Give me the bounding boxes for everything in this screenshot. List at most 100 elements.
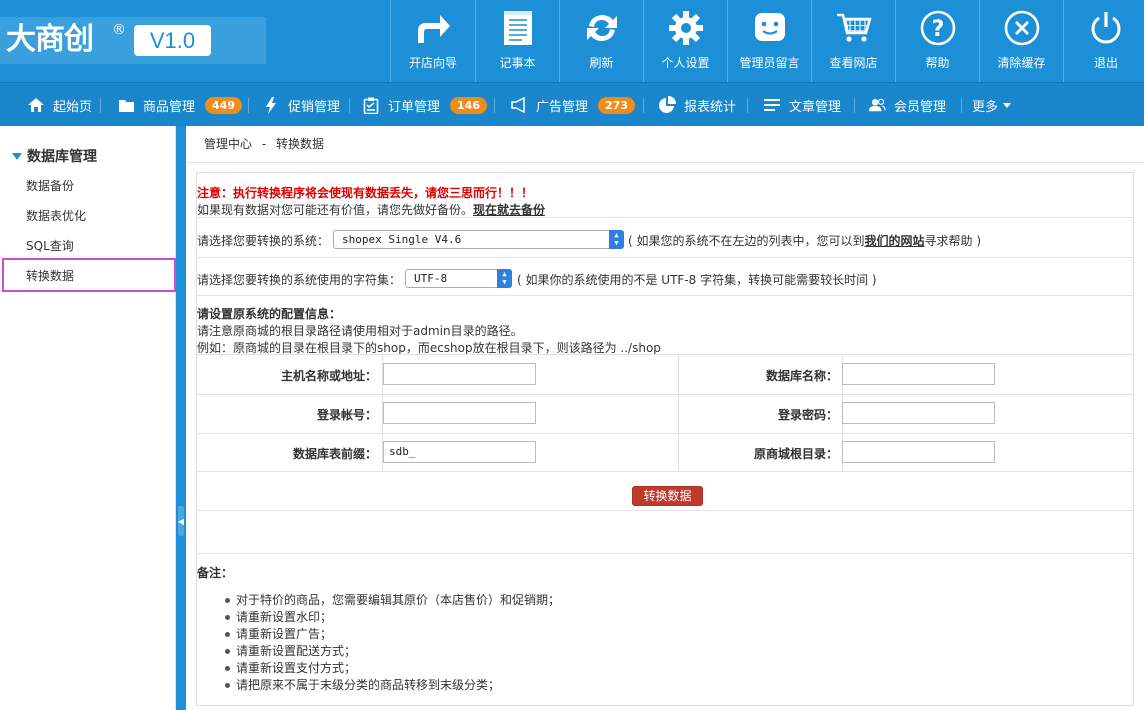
nav-reports[interactable]: 报表统计 [658, 83, 736, 127]
list-item: 对于特价的商品，您需要编辑其原价（本店售价）和促销期； [225, 592, 560, 609]
config-note-1: 请注意原商城的根目录路径请使用相对于admin目录的路径。 [197, 324, 523, 338]
main-nav: 起始页 商品管理 449 促销管理 订单管理 146 广告管理 273 报表统计… [0, 82, 1144, 126]
list-item: 请重新设置水印； [225, 609, 560, 626]
rootdir-input[interactable] [842, 441, 995, 463]
charset-help: ( 如果你的系统使用的不是 UTF-8 字符集，转换可能需要较长时间 ) [517, 273, 877, 287]
sidebar-section-database[interactable]: 数据库管理 [12, 146, 97, 166]
top-nav-view-store[interactable]: 查看网店 [811, 0, 895, 82]
sidebar-splitter[interactable]: ◀ [176, 126, 186, 710]
notepad-icon [498, 8, 538, 48]
top-bar: 大商创 ® V1.0 开店向导 记事本 刷新 个人设置 管理员留言 查看网店 ?… [0, 0, 1144, 82]
breadcrumb-root[interactable]: 管理中心 [204, 137, 252, 151]
charset-select[interactable]: UTF-8 ▲ ▼ [405, 269, 512, 288]
caret-down-icon [1003, 102, 1012, 108]
sidebar-item-convert[interactable]: 转换数据 [26, 267, 74, 284]
nav-articles[interactable]: 文章管理 [763, 83, 841, 127]
breadcrumb-separator: - [261, 137, 267, 151]
nav-separator [961, 98, 962, 113]
sidebar: 数据库管理 数据备份 数据表优化 SQL查询 转换数据 [0, 126, 176, 710]
breadcrumb-current: 转换数据 [276, 137, 325, 151]
logo: 大商创 ® V1.0 [0, 17, 266, 64]
top-nav-personal-settings[interactable]: 个人设置 [643, 0, 727, 82]
breadcrumb: 管理中心 - 转换数据 [186, 126, 1144, 163]
nav-products[interactable]: 商品管理 449 [117, 83, 242, 127]
users-icon [868, 96, 886, 114]
nav-promotions[interactable]: 促销管理 [262, 83, 340, 127]
system-select-help: ( 如果您的系统不在左边的列表中，您可以到我们的网站寻求帮助 ) [628, 234, 982, 248]
nav-separator [854, 98, 855, 113]
top-nav-notepad[interactable]: 记事本 [475, 0, 559, 82]
system-select[interactable]: shopex Single V4.6 ▲ ▼ [333, 230, 624, 249]
brand-name: 大商创 [6, 22, 94, 57]
sidebar-item-sql-query[interactable]: SQL查询 [26, 237, 74, 254]
user-input[interactable] [383, 402, 536, 424]
ads-count-badge: 273 [598, 96, 635, 114]
products-count-badge: 449 [205, 96, 242, 114]
cart-icon [834, 8, 874, 48]
config-form: 主机名称或地址： 数据库名称： 登录帐号： 登录密码： 数据库表前缀： sdb_… [197, 354, 1133, 472]
top-nav-admin-messages[interactable]: 管理员留言 [727, 0, 811, 82]
nav-ads[interactable]: 广告管理 273 [510, 83, 635, 127]
top-nav-logout[interactable]: 退出 [1063, 0, 1144, 82]
nav-more[interactable]: 更多 [972, 83, 1012, 127]
convert-data-panel: 注意：执行转换程序将会使现有数据丢失，请您三思而行！！！ 如果现有数据对您可能还… [196, 172, 1134, 706]
nav-separator [747, 98, 748, 113]
host-label: 主机名称或地址： [280, 369, 377, 383]
nav-home[interactable]: 起始页 [27, 83, 92, 127]
dbname-input[interactable] [842, 363, 995, 385]
top-nav-setup-wizard[interactable]: 开店向导 [390, 0, 475, 82]
list-item: 请重新设置广告； [225, 626, 560, 643]
user-label: 登录帐号： [316, 408, 377, 422]
list-item: 请重新设置支付方式； [225, 660, 560, 677]
nav-members[interactable]: 会员管理 [868, 83, 946, 127]
prefix-label: 数据库表前缀： [292, 447, 377, 461]
lightning-icon [262, 96, 280, 114]
version-badge: V1.0 [134, 25, 211, 56]
convert-data-button[interactable]: 转换数据 [632, 486, 703, 506]
select-arrows-icon: ▲ ▼ [609, 230, 624, 249]
notes-title: 备注： [197, 566, 234, 580]
our-website-link[interactable]: 我们的网站 [865, 234, 925, 248]
divider [197, 553, 1133, 554]
share-arrow-icon [413, 8, 453, 48]
svg-text:?: ? [931, 17, 944, 42]
nav-separator [349, 98, 350, 113]
list-item: 请把原来不属于末级分类的商品转移到末级分类； [225, 677, 560, 694]
message-icon [750, 8, 790, 48]
row-divider [197, 471, 1133, 472]
orders-count-badge: 146 [450, 96, 487, 114]
charset-select-label: 请选择您要转换的系统使用的字符集： [197, 273, 402, 287]
list-item: 请重新设置配送方式； [225, 643, 560, 660]
top-nav: 开店向导 记事本 刷新 个人设置 管理员留言 查看网店 ? 帮助 清除缓存 退出 [390, 0, 1144, 82]
password-input[interactable] [842, 402, 995, 424]
backup-link[interactable]: 现在就去备份 [473, 203, 545, 217]
prefix-input[interactable]: sdb_ [383, 441, 536, 463]
divider [197, 217, 1133, 218]
row-divider [197, 394, 1133, 395]
collapse-sidebar-button[interactable]: ◀ [178, 506, 184, 536]
folder-icon [117, 96, 135, 114]
clipboard-icon [362, 96, 380, 114]
password-label: 登录密码： [777, 408, 838, 422]
sidebar-item-optimize[interactable]: 数据表优化 [26, 207, 86, 224]
chevron-left-icon: ◀ [177, 516, 185, 526]
nav-separator [494, 98, 495, 113]
power-icon [1086, 8, 1126, 48]
system-select-label: 请选择您要转换的系统： [197, 234, 330, 248]
dbname-label: 数据库名称： [765, 369, 838, 383]
backup-hint: 如果现有数据对您可能还有价值，请您先做好备份。现在就去备份 [197, 203, 546, 217]
top-nav-clear-cache[interactable]: 清除缓存 [979, 0, 1063, 82]
sidebar-item-backup[interactable]: 数据备份 [26, 177, 74, 194]
host-input[interactable] [383, 363, 536, 385]
close-circle-icon [1002, 8, 1042, 48]
list-icon [763, 96, 781, 114]
nav-orders[interactable]: 订单管理 146 [362, 83, 487, 127]
top-nav-help[interactable]: ? 帮助 [895, 0, 979, 82]
nav-separator [248, 98, 249, 113]
registered-mark: ® [112, 22, 126, 38]
top-nav-refresh[interactable]: 刷新 [559, 0, 643, 82]
warning-message: 注意：执行转换程序将会使现有数据丢失，请您三思而行！！！ [197, 186, 534, 200]
help-icon: ? [918, 8, 958, 48]
refresh-icon [582, 8, 622, 48]
divider [197, 295, 1133, 296]
